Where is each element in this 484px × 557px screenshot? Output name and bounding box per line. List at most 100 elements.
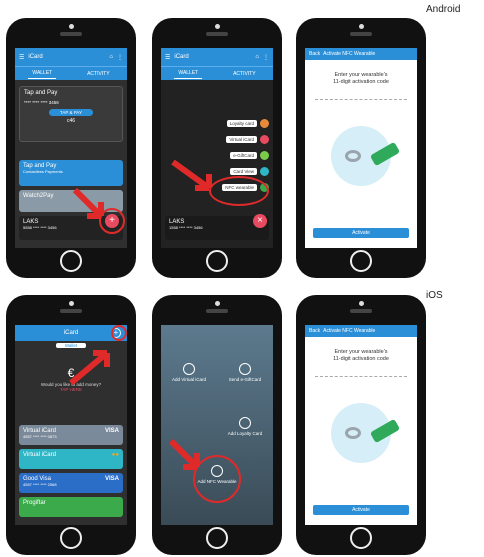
speaker [60, 32, 82, 36]
activation-code-input[interactable] [315, 371, 407, 377]
menu-icon[interactable]: ☰ [165, 54, 170, 61]
gift-icon[interactable]: ⌂ [255, 54, 259, 60]
ios-phone-3: Back Activate NFC Wearable Enter your we… [296, 295, 426, 555]
speaker [206, 309, 228, 313]
menu-loyalty-card[interactable]: Loyalty card [226, 120, 257, 127]
ios-screen-2: Add Virtual iCard Send e-GiftCard Add Lo… [161, 325, 273, 525]
speaker [350, 32, 372, 36]
top-bar: Back Activate NFC Wearable [305, 48, 417, 60]
back-button[interactable]: Back [309, 51, 320, 57]
ios-screen-3: Back Activate NFC Wearable Enter your we… [305, 325, 417, 525]
home-button[interactable] [60, 250, 82, 272]
add-loyalty-card-option[interactable]: Add Loyalty Card [221, 417, 269, 436]
android-screen-3: Back Activate NFC Wearable Enter your we… [305, 48, 417, 248]
card-subtitle: Contactless Payments [23, 169, 63, 174]
prompt-line-1: Enter your wearable's [334, 349, 388, 355]
tap-pay-button[interactable]: TAP & PAY [49, 109, 93, 116]
screen-title: Activate NFC Wearable [323, 51, 376, 57]
card-virtual-icard-1[interactable]: Virtual iCard VISA 4557 **** **** 0873 [19, 425, 123, 445]
card-title: Virtual iCard [23, 452, 56, 458]
wristband-icon [369, 141, 401, 167]
tab-activity[interactable]: ACTIVITY [83, 69, 114, 79]
visa-icon: VISA [104, 476, 119, 482]
key-ring-icon [345, 427, 361, 439]
wallet-area-dimmed: Loyalty card Virtual iCard e-GiftCard Ca… [161, 80, 273, 248]
app-title: iCard [63, 330, 79, 336]
add-virtual-icard-option[interactable]: Add Virtual iCard [165, 363, 213, 382]
camera [358, 301, 364, 306]
card-number: 4557 **** **** 2568 [23, 482, 57, 487]
gift-card-icon [260, 151, 269, 160]
highlight-circle [193, 455, 241, 503]
tab-wallet[interactable]: WALLET [174, 68, 203, 79]
activation-prompt: Enter your wearable's 11-digit activatio… [305, 72, 417, 86]
activate-button[interactable]: Activate [313, 228, 409, 238]
card-view-icon [260, 167, 269, 176]
card-tap-pay[interactable]: Tap and Pay Contactless Payments [19, 160, 123, 186]
activation-code-input[interactable] [315, 94, 407, 100]
virtual-card-icon [183, 363, 195, 375]
app-title: iCard [174, 54, 189, 60]
camera [214, 24, 220, 29]
card-good-visa[interactable]: Good Visa VISA 4557 **** **** 2568 [19, 473, 123, 493]
prompt-line-2: 11-digit activation code [333, 79, 389, 85]
wristband-icon [369, 418, 401, 444]
close-fab-button[interactable]: × [253, 214, 267, 228]
prompt-line-1: Enter your wearable's [334, 72, 388, 78]
home-button[interactable] [206, 250, 228, 272]
visa-icon: VISA [104, 428, 119, 434]
android-label: Android [426, 4, 461, 15]
camera [214, 301, 220, 306]
ios-phone-1: iCard + Wallet € Would you like to add m… [6, 295, 136, 555]
wallet-area: Tap and Pay **** **** **** 3456 TAP & PA… [15, 80, 127, 248]
loyalty-card-icon [239, 417, 251, 429]
wearable-illustration [331, 126, 401, 186]
tab-activity[interactable]: ACTIVITY [229, 69, 260, 79]
key-ring-icon [345, 150, 361, 162]
tab-wallet[interactable]: WALLET [28, 68, 57, 79]
send-e-giftcard-option[interactable]: Send e-GiftCard [221, 363, 269, 382]
card-progiftar[interactable]: Progiftar [19, 497, 123, 517]
gift-card-icon [239, 363, 251, 375]
screen-title: Activate NFC Wearable [323, 328, 376, 334]
option-label: Add Virtual iCard [172, 377, 206, 382]
tab-bar: WALLET ACTIVITY [15, 66, 127, 80]
add-fab-button[interactable]: + [105, 214, 119, 228]
android-screen-1: ☰ iCard ⌂ ⋮ WALLET ACTIVITY Tap and Pay … [15, 48, 127, 248]
speaker [60, 309, 82, 313]
camera [68, 301, 74, 306]
card-title: Tap and Pay [24, 90, 58, 96]
menu-e-giftcard[interactable]: e-GiftCard [230, 152, 257, 159]
tab-bar: WALLET ACTIVITY [161, 66, 273, 80]
android-screen-2: ☰ iCard ⌂ ⋮ WALLET ACTIVITY Loyalty card… [161, 48, 273, 248]
red-arrow [69, 350, 110, 386]
ios-screen-1: iCard + Wallet € Would you like to add m… [15, 325, 127, 525]
gift-icon[interactable]: ⌂ [109, 54, 113, 60]
balance-text: c46 [66, 118, 76, 124]
home-button[interactable] [350, 527, 372, 549]
home-button[interactable] [60, 527, 82, 549]
menu-virtual-icard[interactable]: Virtual iCard [226, 136, 257, 143]
card-title: Progiftar [23, 500, 46, 506]
highlight-circle [209, 176, 269, 206]
loyalty-icon [260, 119, 269, 128]
ios-label: iOS [426, 290, 443, 301]
menu-icon[interactable]: ☰ [19, 54, 24, 61]
featured-card[interactable]: Tap and Pay **** **** **** 3456 TAP & PA… [19, 86, 123, 142]
app-bar: ☰ iCard ⌂ ⋮ [15, 48, 127, 66]
more-icon[interactable]: ⋮ [117, 54, 123, 61]
home-button[interactable] [350, 250, 372, 272]
camera [68, 24, 74, 29]
prompt-line-2: 11-digit activation code [333, 356, 389, 362]
option-label: Add Loyalty Card [227, 431, 263, 436]
activate-button[interactable]: Activate [313, 505, 409, 515]
camera [358, 24, 364, 29]
back-button[interactable]: Back [309, 328, 320, 334]
menu-card-view[interactable]: Card View [230, 168, 257, 175]
more-icon[interactable]: ⋮ [263, 54, 269, 61]
android-phone-1: ☰ iCard ⌂ ⋮ WALLET ACTIVITY Tap and Pay … [6, 18, 136, 278]
tap-here-link[interactable]: TAP HERE [15, 387, 127, 392]
mastercard-icon: ●● [111, 452, 119, 458]
card-virtual-icard-2[interactable]: Virtual iCard ●● [19, 449, 123, 469]
home-button[interactable] [206, 527, 228, 549]
